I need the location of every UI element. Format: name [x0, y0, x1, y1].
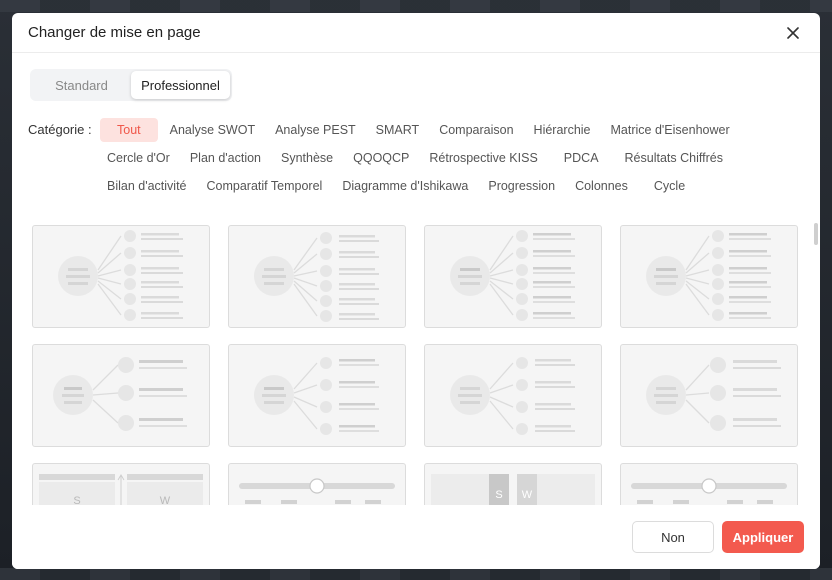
category-chip-hierarchie[interactable]: Hiérarchie [524, 118, 601, 142]
category-chip-swot[interactable]: Analyse SWOT [160, 118, 265, 142]
template-card[interactable] [32, 225, 210, 328]
swot-quadrant-letter-w: W [522, 489, 533, 501]
category-chip-kiss[interactable]: Rétrospective KISS [419, 146, 547, 170]
mindmap-3-thumbnail [646, 357, 781, 431]
template-card[interactable] [424, 344, 602, 447]
category-chip-pdca[interactable]: PDCA [548, 146, 615, 170]
dialog-footer: Non Appliquer [12, 505, 820, 569]
template-card[interactable] [228, 463, 406, 505]
category-chip-bilan[interactable]: Bilan d'activité [97, 174, 197, 198]
no-button[interactable]: Non [632, 521, 714, 553]
swot-letter-w: W [160, 495, 171, 505]
category-chip-qqoqcp[interactable]: QQOQCP [343, 146, 419, 170]
mindmap-3-thumbnail [53, 357, 187, 431]
dialog-title: Changer de mise en page [28, 24, 201, 41]
mindmap-4-thumbnail [450, 357, 575, 435]
template-card[interactable] [228, 225, 406, 328]
category-chip-smart[interactable]: SMART [366, 118, 430, 142]
mindmap-6-thumbnail [450, 230, 575, 321]
backdrop-strip-bottom [0, 568, 832, 580]
category-chip-tout[interactable]: Tout [100, 118, 158, 142]
mindmap-4-thumbnail [254, 357, 379, 435]
category-chip-pest[interactable]: Analyse PEST [265, 118, 366, 142]
mindmap-6-thumbnail [254, 232, 379, 322]
timeline-thumbnail [239, 478, 395, 504]
category-row-3: Bilan d'activité Comparatif Temporel Dia… [97, 174, 701, 198]
template-gallery: S W S W [12, 213, 820, 505]
category-chip-ishikawa[interactable]: Diagramme d'Ishikawa [332, 174, 478, 198]
template-card[interactable]: S W [32, 463, 210, 505]
template-card[interactable]: S W [424, 463, 602, 505]
template-card[interactable] [424, 225, 602, 328]
category-chip-comparatif[interactable]: Comparatif Temporel [197, 174, 333, 198]
template-card[interactable] [228, 344, 406, 447]
swot-quadrant-thumbnail: S W [431, 474, 595, 505]
category-chip-eisenhower[interactable]: Matrice d'Eisenhower [601, 118, 740, 142]
category-chip-plan-action[interactable]: Plan d'action [180, 146, 271, 170]
category-chip-synthese[interactable]: Synthèse [271, 146, 343, 170]
gallery-scrollbar[interactable] [814, 223, 818, 245]
timeline-thumbnail [631, 478, 787, 504]
swot-letter-s: S [73, 495, 80, 505]
backdrop-strip-top [0, 0, 832, 12]
template-card[interactable] [620, 225, 798, 328]
layout-dialog: Changer de mise en page Standard Profess… [12, 13, 820, 569]
category-label: Catégorie : [28, 122, 92, 137]
category-chip-progression[interactable]: Progression [478, 174, 565, 198]
template-card[interactable] [620, 344, 798, 447]
apply-button[interactable]: Appliquer [722, 521, 804, 553]
category-chip-cercle-or[interactable]: Cercle d'Or [97, 146, 180, 170]
tab-professionnel[interactable]: Professionnel [131, 71, 230, 99]
swot-thumbnail: S W [39, 474, 203, 505]
mindmap-6-thumbnail [646, 230, 771, 321]
dialog-header: Changer de mise en page [12, 13, 820, 53]
close-icon [787, 26, 799, 39]
category-row-2: Cercle d'Or Plan d'action Synthèse QQOQC… [97, 146, 733, 170]
swot-quadrant-letter-s: S [495, 489, 502, 501]
category-row-1: Tout Analyse SWOT Analyse PEST SMART Com… [100, 118, 740, 142]
tab-standard[interactable]: Standard [32, 71, 131, 99]
template-card[interactable] [620, 463, 798, 505]
close-button[interactable] [782, 22, 804, 44]
template-card[interactable] [32, 344, 210, 447]
category-chip-colonnes[interactable]: Colonnes [565, 174, 638, 198]
category-chip-cycle[interactable]: Cycle [638, 174, 701, 198]
mindmap-6-thumbnail [58, 230, 183, 321]
category-chip-resultats[interactable]: Résultats Chiffrés [615, 146, 733, 170]
layout-type-segment: Standard Professionnel [30, 69, 232, 101]
category-chip-comparaison[interactable]: Comparaison [429, 118, 523, 142]
